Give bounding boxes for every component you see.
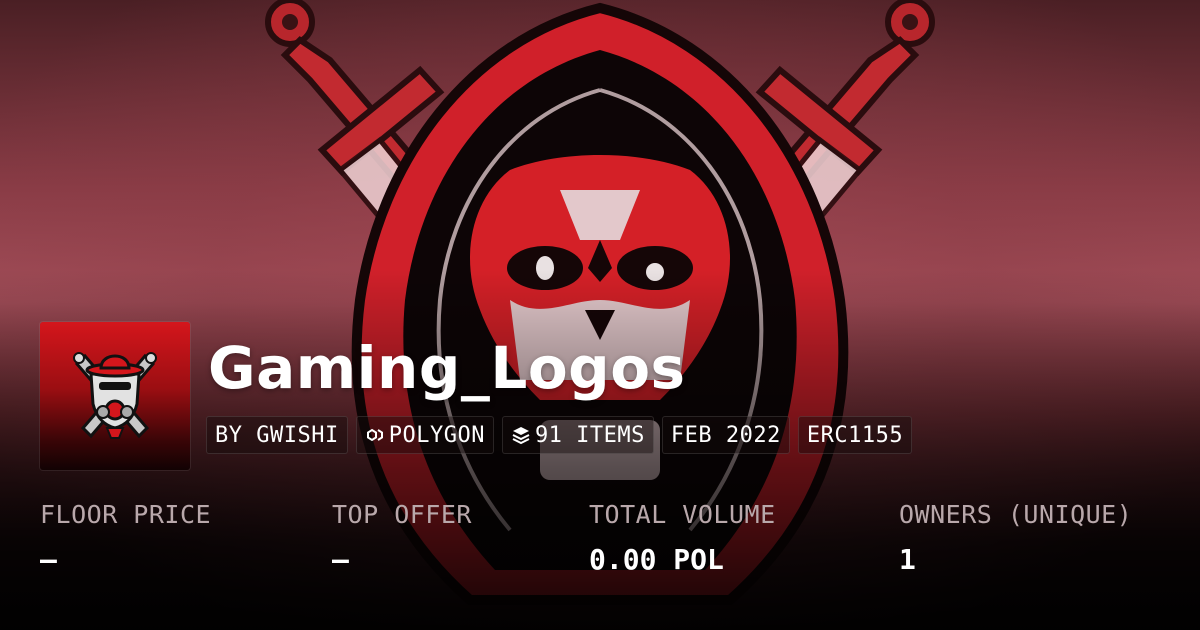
tag-token-standard[interactable]: ERC1155 <box>797 416 913 454</box>
stat-owners: OWNERS (UNIQUE) 1 <box>899 500 1132 576</box>
stat-floor-price-value: – <box>40 543 57 576</box>
stat-top-offer-value: – <box>332 543 349 576</box>
tag-created-date[interactable]: FEB 2022 <box>661 416 790 454</box>
tag-token-standard-label: ERC1155 <box>806 422 904 448</box>
stat-floor-price: FLOOR PRICE – <box>40 500 211 576</box>
tag-creator[interactable]: BY GWISHI <box>206 416 348 454</box>
stat-total-volume-value: 0.00 POL <box>589 543 724 576</box>
stat-owners-value: 1 <box>899 543 916 576</box>
stat-total-volume-label: TOTAL VOLUME <box>589 500 776 529</box>
collection-avatar[interactable] <box>40 322 190 470</box>
tag-creator-label: BY GWISHI <box>215 422 339 448</box>
stat-top-offer: TOP OFFER – <box>332 500 472 576</box>
tag-chain-label: POLYGON <box>388 422 485 448</box>
layers-stack-icon <box>511 425 531 445</box>
polygon-chain-icon <box>365 425 385 445</box>
tag-created-date-label: FEB 2022 <box>670 422 781 448</box>
stat-total-volume: TOTAL VOLUME 0.00 POL <box>589 500 776 576</box>
tag-items[interactable]: 91 ITEMS <box>501 416 654 454</box>
stat-floor-price-label: FLOOR PRICE <box>40 500 212 529</box>
tag-items-label: 91 ITEMS <box>534 422 645 448</box>
collection-tags: BY GWISHI POLYGON 91 ITEMS FEB 2022 ERC1… <box>206 416 913 454</box>
collection-title: Gaming_Logos <box>208 334 686 402</box>
stat-top-offer-label: TOP OFFER <box>332 500 472 529</box>
tag-chain[interactable]: POLYGON <box>355 416 494 454</box>
stat-owners-label: OWNERS (UNIQUE) <box>899 500 1133 529</box>
collection-stats: FLOOR PRICE – TOP OFFER – TOTAL VOLUME 0… <box>0 500 1200 610</box>
